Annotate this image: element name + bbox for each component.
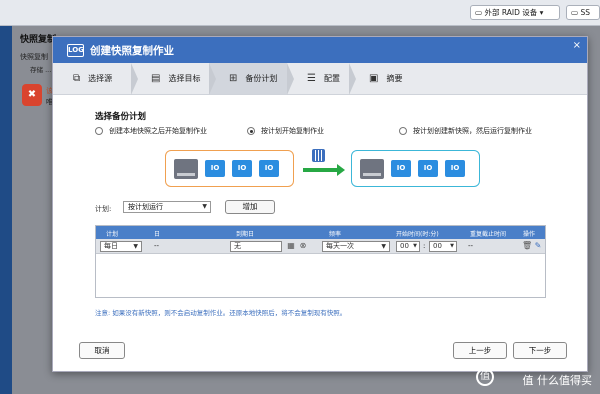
clipboard-icon: ▣: [369, 73, 379, 84]
add-button[interactable]: 增加: [225, 200, 275, 214]
calendar-picker-icon[interactable]: ▦: [286, 241, 296, 251]
radio-button[interactable]: [399, 127, 407, 135]
column-header: 频率: [329, 231, 342, 238]
column-header: 到期日: [236, 231, 255, 238]
disk-icon: IO: [205, 160, 225, 177]
schedule-table: 计划 日 到期日 频率 开始时间(时:分) 重复截止时间 操作 每日 ▼ -- …: [95, 225, 546, 298]
trash-icon[interactable]: 🗑: [522, 241, 532, 251]
app-top-bar: ▭ 外部 RAID 设备 ▾ ▭ SS: [0, 0, 600, 26]
background-panel-title: 快照复制: [20, 35, 57, 45]
column-header: 重复截止时间: [470, 231, 507, 238]
dialog-header: LOG 创建快照复制作业: [53, 37, 587, 63]
start-hour-select[interactable]: 00 ▼: [396, 241, 420, 252]
left-nav-strip: [0, 26, 12, 394]
close-icon[interactable]: ×: [573, 40, 581, 51]
note-text: 注意: 如果没有新快照，则不会启动复制作业。还原本地快照后，将不会复制现有快照。: [95, 309, 347, 317]
disk-icon: IO: [391, 160, 411, 177]
plan-select[interactable]: 按计划运行 ▼: [123, 201, 211, 213]
step-select-target[interactable]: ▤ 选择目标: [131, 63, 216, 95]
chevron-down-icon: ▼: [133, 243, 138, 250]
plan-type-select[interactable]: 每日 ▼: [100, 241, 142, 252]
nas-device-icon: [360, 158, 384, 179]
source-storage-box: IO IO IO: [165, 150, 294, 187]
schedule-icon: ⊞: [229, 73, 238, 84]
dialog-title: 创建快照复制作业: [90, 44, 174, 57]
clear-icon[interactable]: ⊗: [298, 241, 308, 251]
step-select-source[interactable]: ⧉ 选择源: [53, 63, 138, 95]
start-minute-select[interactable]: 00 ▼: [429, 241, 457, 252]
expire-date-input[interactable]: 无: [230, 241, 282, 252]
next-button[interactable]: 下一步: [513, 342, 567, 359]
database-icon: ▤: [151, 73, 161, 84]
nas-device-icon: [174, 158, 198, 179]
replication-logo-icon: LOG: [67, 43, 84, 57]
calendar-icon: [312, 149, 325, 162]
chevron-down-icon: ▼: [381, 243, 386, 250]
column-header: 日: [154, 231, 161, 238]
radio-after-local-snapshot[interactable]: 创建本地快照之后开始复制作业: [95, 126, 207, 136]
radio-scheduled-replication[interactable]: 按计划开始复制作业: [247, 126, 324, 136]
frequency-select[interactable]: 每天一次 ▼: [322, 241, 390, 252]
list-icon: ☰: [307, 73, 316, 84]
radio-button[interactable]: [95, 127, 103, 135]
storage-dropdown[interactable]: ▭ SS: [566, 5, 600, 20]
disk-icon: IO: [232, 160, 252, 177]
column-header: 开始时间(时:分): [396, 231, 439, 238]
disk-icon: IO: [445, 160, 465, 177]
watermark-logo-icon: 值: [476, 368, 494, 386]
wizard-steps: ⧉ 选择源 ▤ 选择目标 ⊞ 备份计划 ☰ 配置 ▣ 摘要: [53, 63, 587, 95]
time-separator: :: [423, 242, 426, 250]
edit-icon[interactable]: ✎: [533, 241, 543, 251]
cube-icon: ⧉: [73, 73, 81, 84]
target-storage-box: IO IO IO: [351, 150, 480, 187]
chevron-down-icon: ▼: [450, 243, 454, 249]
radio-button-selected[interactable]: [247, 127, 255, 135]
repeat-end-value: --: [468, 242, 474, 250]
step-summary[interactable]: ▣ 摘要: [349, 63, 429, 94]
previous-button[interactable]: 上一步: [453, 342, 507, 359]
warning-shield-icon: ✖: [22, 84, 42, 106]
chevron-down-icon: ▼: [202, 203, 207, 210]
background-panel-subtitle: 快照复制: [20, 53, 48, 61]
table-header: 计划 日 到期日 频率 开始时间(时:分) 重复截止时间 操作: [96, 226, 545, 239]
column-header: 计划: [106, 231, 119, 238]
disk-icon: IO: [259, 160, 279, 177]
table-row: 每日 ▼ -- 无 ▦ ⊗ 每天一次 ▼ 00 ▼ : 00 ▼ -- 🗑 ✎: [96, 239, 545, 254]
chevron-down-icon: ▾: [537, 8, 544, 17]
column-header: 操作: [523, 231, 536, 238]
chevron-down-icon: ▼: [413, 243, 417, 249]
background-panel-tab[interactable]: 存储 ...: [30, 64, 51, 74]
arrow-right-icon: [303, 164, 345, 176]
disk-icon: IO: [418, 160, 438, 177]
section-title: 选择备份计划: [95, 112, 147, 122]
watermark-text: 值 什么值得买: [522, 374, 593, 387]
disk-icon: ▭: [571, 8, 579, 17]
external-raid-dropdown[interactable]: ▭ 外部 RAID 设备 ▾: [470, 5, 560, 20]
day-value: --: [154, 242, 160, 250]
step-configure[interactable]: ☰ 配置: [287, 63, 356, 95]
step-backup-schedule[interactable]: ⊞ 备份计划: [209, 63, 294, 95]
cancel-button[interactable]: 取消: [79, 342, 125, 359]
create-snapshot-replication-dialog: LOG 创建快照复制作业 × ⧉ 选择源 ▤ 选择目标 ⊞ 备份计划 ☰ 配置 …: [52, 36, 588, 372]
plan-label: 计划:: [95, 205, 112, 213]
radio-new-snapshot-then-replicate[interactable]: 按计划创建新快照，然后运行复制作业: [399, 126, 532, 136]
